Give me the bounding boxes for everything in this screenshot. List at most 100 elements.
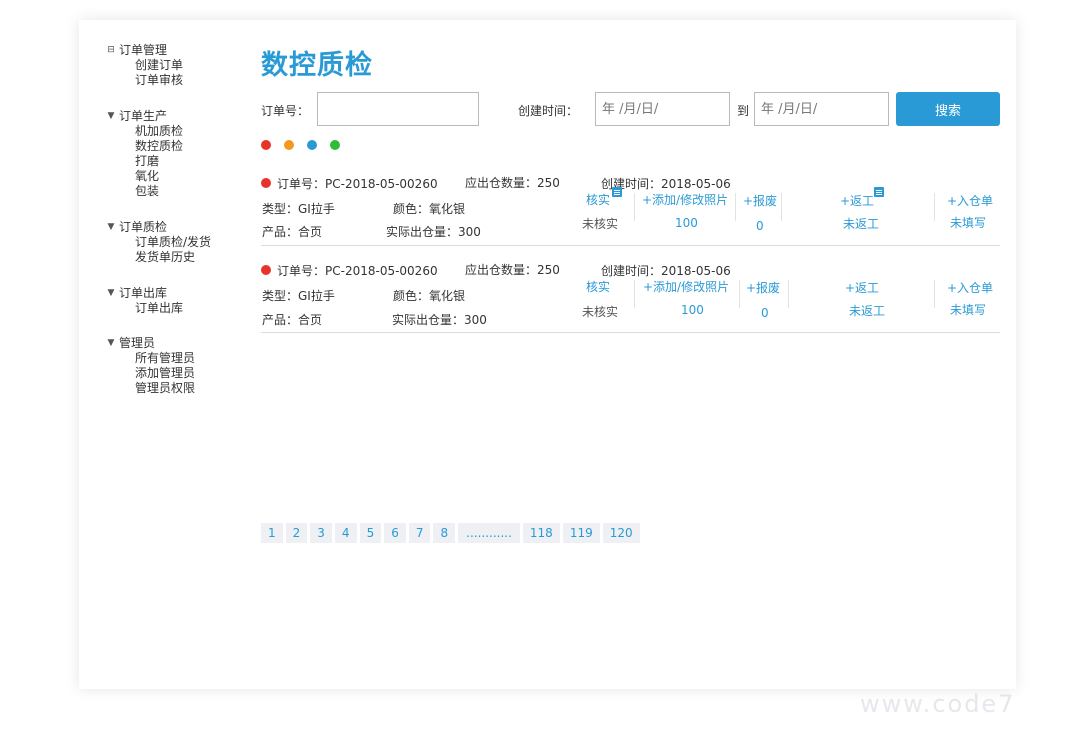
sidebar-item-create-order[interactable]: 创建订单 — [106, 58, 183, 73]
sidebar-group-admin: ▼ 管理员 所有管理员 添加管理员 管理员权限 — [106, 336, 195, 396]
sidebar-item-order-review[interactable]: 订单审核 — [106, 73, 183, 88]
date-from-field[interactable] — [595, 92, 730, 126]
actual-quantity: 实际出仓量：300 — [386, 225, 481, 239]
column-divider — [739, 280, 740, 308]
sidebar-item-order-outbound[interactable]: 订单出库 — [106, 301, 183, 316]
order-number-input[interactable] — [318, 93, 478, 125]
pagination: 1 2 3 4 5 6 7 8 ............ 118 119 120 — [261, 523, 640, 543]
sidebar-group-header[interactable]: ▼ 管理员 — [106, 336, 195, 351]
photo-count: 100 — [681, 303, 704, 317]
inbound-slip-link[interactable]: +入仓单 — [947, 194, 993, 208]
page-link-3[interactable]: 3 — [310, 523, 332, 543]
page-link-120[interactable]: 120 — [602, 523, 640, 543]
order-type: 类型：GI拉手 — [262, 202, 335, 216]
order-type: 类型：GI拉手 — [262, 289, 335, 303]
date-to-label: 到 — [737, 104, 750, 118]
rework-link[interactable]: +返工 — [845, 281, 879, 295]
watermark: www.code7 — [860, 690, 1016, 718]
inbound-slip-status: 未填写 — [950, 303, 987, 317]
sidebar-group-label: 订单管理 — [119, 43, 168, 57]
sidebar-group-header[interactable]: ▼ 订单生产 — [106, 109, 183, 124]
order-number-field[interactable] — [317, 92, 479, 126]
sidebar-item-add-admin[interactable]: 添加管理员 — [106, 366, 195, 381]
sidebar-item-packaging[interactable]: 包装 — [106, 184, 183, 199]
expand-triangle-icon[interactable]: ▼ — [106, 220, 116, 235]
inbound-slip-status: 未填写 — [950, 216, 987, 230]
created-time-label: 创建时间： — [518, 104, 579, 118]
scrap-count: 0 — [761, 306, 769, 320]
order-row: 订单号：PC-2018-05-00260 应出仓数量：250 创建时间：2018… — [261, 245, 1000, 333]
column-divider — [781, 193, 782, 221]
order-number: 订单号：PC-2018-05-00260 — [277, 264, 438, 278]
column-divider — [634, 193, 635, 221]
page-link-2[interactable]: 2 — [285, 523, 308, 543]
sidebar-item-order-qc-shipping[interactable]: 订单质检/发货 — [106, 235, 211, 250]
expected-quantity: 应出仓数量：250 — [465, 263, 560, 277]
expand-triangle-icon[interactable]: ▼ — [106, 336, 116, 351]
verify-link[interactable]: 核实 — [586, 193, 610, 207]
page-link-1[interactable]: 1 — [261, 523, 283, 543]
inbound-slip-link[interactable]: +入仓单 — [947, 281, 993, 295]
status-dot — [261, 265, 271, 275]
collapse-icon[interactable]: ⊟ — [106, 43, 116, 58]
sidebar-group-label: 订单生产 — [119, 109, 168, 123]
expand-triangle-icon[interactable]: ▼ — [106, 286, 116, 301]
date-from-input[interactable] — [596, 93, 729, 125]
legend-dot-blue[interactable] — [307, 140, 317, 150]
column-divider — [934, 280, 935, 308]
rework-status: 未返工 — [849, 304, 886, 318]
verify-status: 未核实 — [582, 217, 619, 231]
add-edit-photo-link[interactable]: +添加/修改照片 — [642, 193, 728, 207]
page-link-118[interactable]: 118 — [522, 523, 560, 543]
sidebar-item-all-admins[interactable]: 所有管理员 — [106, 351, 195, 366]
main-card: ⊟ 订单管理 创建订单 订单审核 ▼ 订单生产 机加质检 数控质检 打磨 氧化 … — [79, 20, 1016, 689]
sidebar-item-machining-qc[interactable]: 机加质检 — [106, 124, 183, 139]
sidebar-group-order-management: ⊟ 订单管理 创建订单 订单审核 — [106, 43, 183, 88]
order-number: 订单号：PC-2018-05-00260 — [277, 177, 438, 191]
page-link-4[interactable]: 4 — [334, 523, 357, 543]
sidebar-item-cnc-qc[interactable]: 数控质检 — [106, 139, 183, 154]
photo-count: 100 — [675, 216, 698, 230]
page-link-7[interactable]: 7 — [408, 523, 431, 543]
verify-link[interactable]: 核实 — [586, 280, 610, 294]
order-color: 颜色：氧化银 — [393, 289, 466, 303]
search-button[interactable]: 搜索 — [896, 92, 1000, 126]
sidebar-item-polishing[interactable]: 打磨 — [106, 154, 183, 169]
rework-status: 未返工 — [843, 217, 880, 231]
legend-dot-red[interactable] — [261, 140, 271, 150]
sidebar-group-label: 订单出库 — [119, 286, 168, 300]
legend-dot-green[interactable] — [330, 140, 340, 150]
actual-quantity: 实际出仓量：300 — [392, 313, 487, 327]
created-time: 创建时间：2018-05-06 — [601, 264, 731, 278]
sidebar-group-header[interactable]: ⊟ 订单管理 — [106, 43, 183, 58]
sidebar-item-admin-permissions[interactable]: 管理员权限 — [106, 381, 195, 396]
sidebar-group-order-qc: ▼ 订单质检 订单质检/发货 发货单历史 — [106, 220, 212, 265]
order-product: 产品：合页 — [262, 313, 323, 327]
order-product: 产品：合页 — [262, 225, 323, 239]
page-link-6[interactable]: 6 — [384, 523, 406, 543]
column-divider — [788, 280, 789, 308]
sidebar-group-header[interactable]: ▼ 订单出库 — [106, 286, 183, 301]
expand-triangle-icon[interactable]: ▼ — [106, 109, 116, 124]
add-edit-photo-link[interactable]: +添加/修改照片 — [643, 280, 729, 294]
page-link-5[interactable]: 5 — [359, 523, 382, 543]
rework-link[interactable]: +返工 — [840, 194, 874, 208]
order-row: 订单号：PC-2018-05-00260 应出仓数量：250 创建时间：2018… — [261, 158, 1000, 246]
verify-status: 未核实 — [582, 305, 619, 319]
scrap-count: 0 — [756, 219, 764, 233]
scrap-link[interactable]: +报废 — [746, 281, 780, 295]
legend-dot-orange[interactable] — [284, 140, 294, 150]
page-link-8[interactable]: 8 — [433, 523, 456, 543]
document-icon[interactable] — [874, 187, 884, 197]
sidebar-group-header[interactable]: ▼ 订单质检 — [106, 220, 211, 235]
document-icon[interactable] — [612, 187, 622, 197]
date-to-field[interactable] — [754, 92, 889, 126]
date-to-input[interactable] — [755, 93, 888, 125]
sidebar-item-oxidation[interactable]: 氧化 — [106, 169, 183, 184]
sidebar-item-shipping-history[interactable]: 发货单历史 — [106, 250, 211, 265]
status-dot — [261, 178, 271, 188]
page-link-119[interactable]: 119 — [562, 523, 600, 543]
sidebar-group-label: 管理员 — [119, 336, 156, 350]
column-divider — [934, 193, 935, 221]
scrap-link[interactable]: +报废 — [743, 194, 777, 208]
